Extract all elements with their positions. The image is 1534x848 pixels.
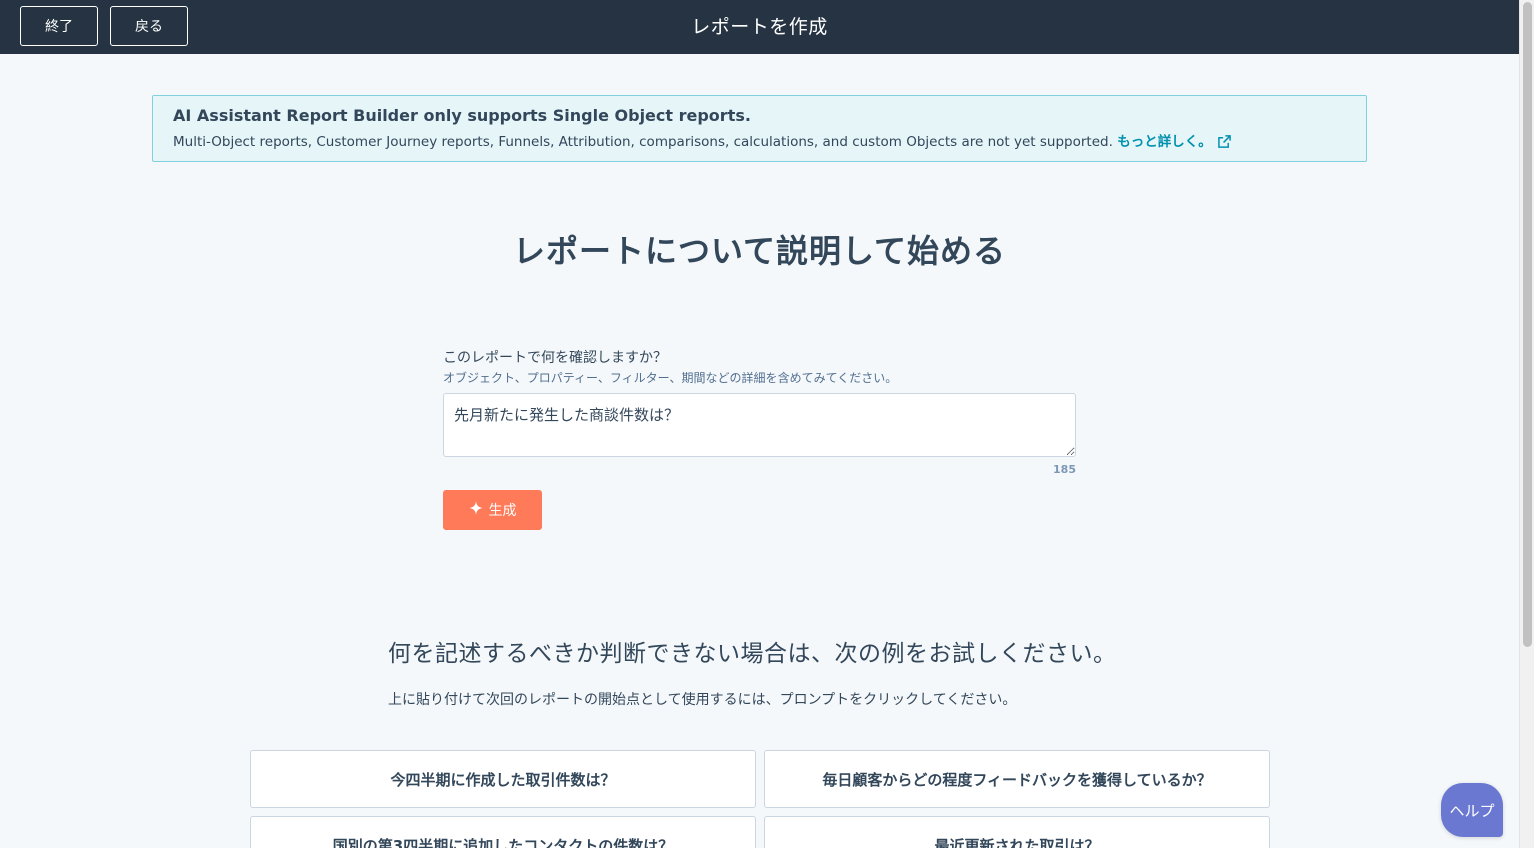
- top-header: 終了 戻る レポートを作成: [0, 0, 1519, 54]
- page-title: レポートを作成: [691, 16, 828, 38]
- vertical-scrollbar[interactable]: [1519, 0, 1534, 848]
- scrollbar-thumb[interactable]: [1523, 2, 1532, 647]
- generate-button[interactable]: 生成: [443, 490, 542, 530]
- example-prompt-card[interactable]: 毎日顧客からどの程度フィードバックを獲得しているか？: [764, 750, 1270, 808]
- char-count: 185: [1053, 463, 1076, 476]
- prompt-label: このレポートで何を確認しますか？: [443, 350, 667, 366]
- banner-body-text: Multi-Object reports, Customer Journey r…: [173, 134, 1113, 150]
- examples-subtext: 上に貼り付けて次回のレポートの開始点として使用するには、プロンプトをクリックして…: [388, 692, 1017, 708]
- learn-more-label: もっと詳しく。: [1117, 134, 1212, 150]
- example-prompt-card[interactable]: 国別の第3四半期に追加したコンタクトの件数は？: [250, 816, 756, 848]
- learn-more-link[interactable]: もっと詳しく。: [1117, 134, 1231, 150]
- sparkle-icon: [468, 501, 483, 519]
- help-button[interactable]: ヘルプ: [1441, 783, 1503, 837]
- prompt-form: このレポートで何を確認しますか？ オブジェクト、プロパティー、フィルター、期間な…: [443, 348, 1076, 530]
- banner-body: Multi-Object reports, Customer Journey r…: [173, 132, 1346, 154]
- main-heading: レポートについて説明して始める: [512, 232, 1007, 270]
- prompt-help-text: オブジェクト、プロパティー、フィルター、期間などの詳細を含めてみてください。: [443, 371, 898, 385]
- example-prompt-card[interactable]: 今四半期に作成した取引件数は？: [250, 750, 756, 808]
- example-prompt-card[interactable]: 最近更新された取引は？: [764, 816, 1270, 848]
- examples-heading: 何を記述するべきか判断できない場合は、次の例をお試しください。: [388, 641, 1117, 667]
- info-banner: AI Assistant Report Builder only support…: [152, 95, 1367, 162]
- external-link-icon: [1217, 134, 1231, 154]
- prompt-textarea[interactable]: 先月新たに発生した商談件数は？: [443, 393, 1076, 457]
- report-builder-page: 終了 戻る レポートを作成 AI Assistant Report Builde…: [0, 0, 1534, 848]
- banner-title: AI Assistant Report Builder only support…: [173, 106, 751, 125]
- generate-label: 生成: [488, 503, 517, 519]
